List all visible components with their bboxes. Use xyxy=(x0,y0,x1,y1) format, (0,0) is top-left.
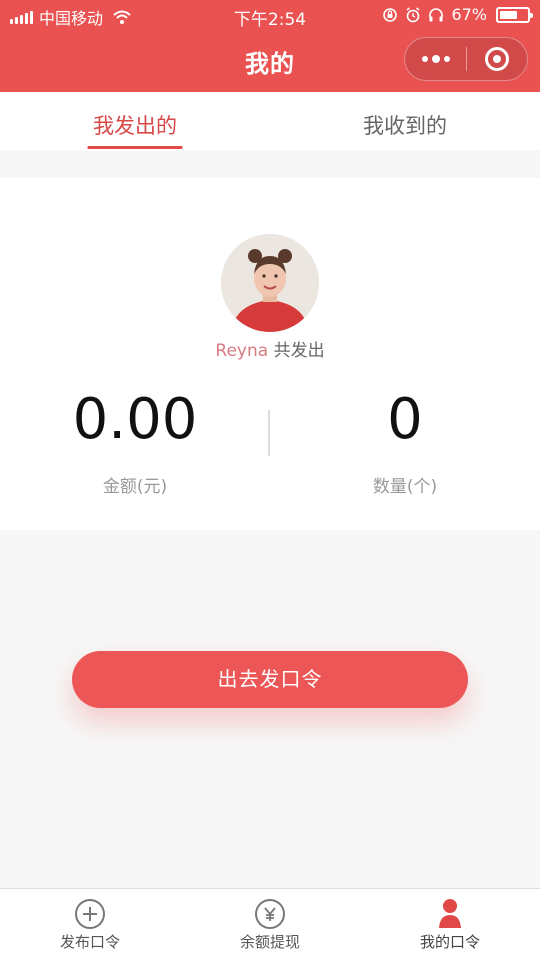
count-stat: 0 数量(个) xyxy=(270,387,540,498)
summary-card: Reyna 共发出 0.00 金额(元) 0 数量(个) xyxy=(0,178,540,530)
alarm-icon xyxy=(406,6,420,22)
tabbar-withdraw[interactable]: 余额提现 xyxy=(180,889,360,960)
battery-fill xyxy=(500,10,518,19)
more-dots-icon xyxy=(431,55,440,63)
avatar-image xyxy=(221,234,319,332)
avatar xyxy=(221,234,319,332)
nav-bar: 我的 xyxy=(0,30,540,92)
tab-received[interactable]: 我收到的 xyxy=(270,92,540,150)
tabbar-withdraw-label: 余额提现 xyxy=(239,933,300,951)
tab-sent[interactable]: 我发出的 xyxy=(0,92,270,150)
person-icon xyxy=(439,899,461,928)
send-password-button[interactable]: 出去发口令 xyxy=(72,651,468,708)
more-button[interactable] xyxy=(405,37,466,81)
tab-bar: 我发出的 我收到的 xyxy=(0,92,540,150)
status-right: 67% xyxy=(382,5,533,24)
amount-value: 0.00 xyxy=(72,387,198,452)
more-dots-icon xyxy=(421,56,428,62)
more-dots-icon xyxy=(443,56,450,62)
rotation-lock-icon xyxy=(383,7,398,22)
battery-percent: 67% xyxy=(451,5,487,24)
status-bar: 中国移动 下午2:54 67% xyxy=(0,0,540,30)
username: Reyna xyxy=(215,341,269,361)
amount-stat: 0.00 金额(元) xyxy=(0,387,270,498)
tabbar-mine-label: 我的口令 xyxy=(419,933,480,951)
amount-label: 金额(元) xyxy=(102,477,168,497)
yen-circle-icon xyxy=(255,899,285,929)
plus-circle-icon xyxy=(75,899,105,929)
tabbar-mine[interactable]: 我的口令 xyxy=(360,889,540,960)
miniprogram-capsule xyxy=(404,37,528,81)
count-value: 0 xyxy=(387,387,423,452)
sent-suffix: 共发出 xyxy=(273,341,325,361)
close-miniprogram-button[interactable] xyxy=(467,37,527,81)
tabbar-publish-label: 发布口令 xyxy=(59,933,120,951)
tabbar-publish[interactable]: 发布口令 xyxy=(0,889,180,960)
battery-icon xyxy=(496,6,533,23)
count-label: 数量(个) xyxy=(372,477,438,497)
sent-summary-line: Reyna 共发出 xyxy=(0,336,540,361)
bottom-tab-bar: 发布口令 余额提现 我的口令 xyxy=(0,888,540,960)
target-icon xyxy=(484,47,509,71)
headphones-icon xyxy=(429,7,444,21)
